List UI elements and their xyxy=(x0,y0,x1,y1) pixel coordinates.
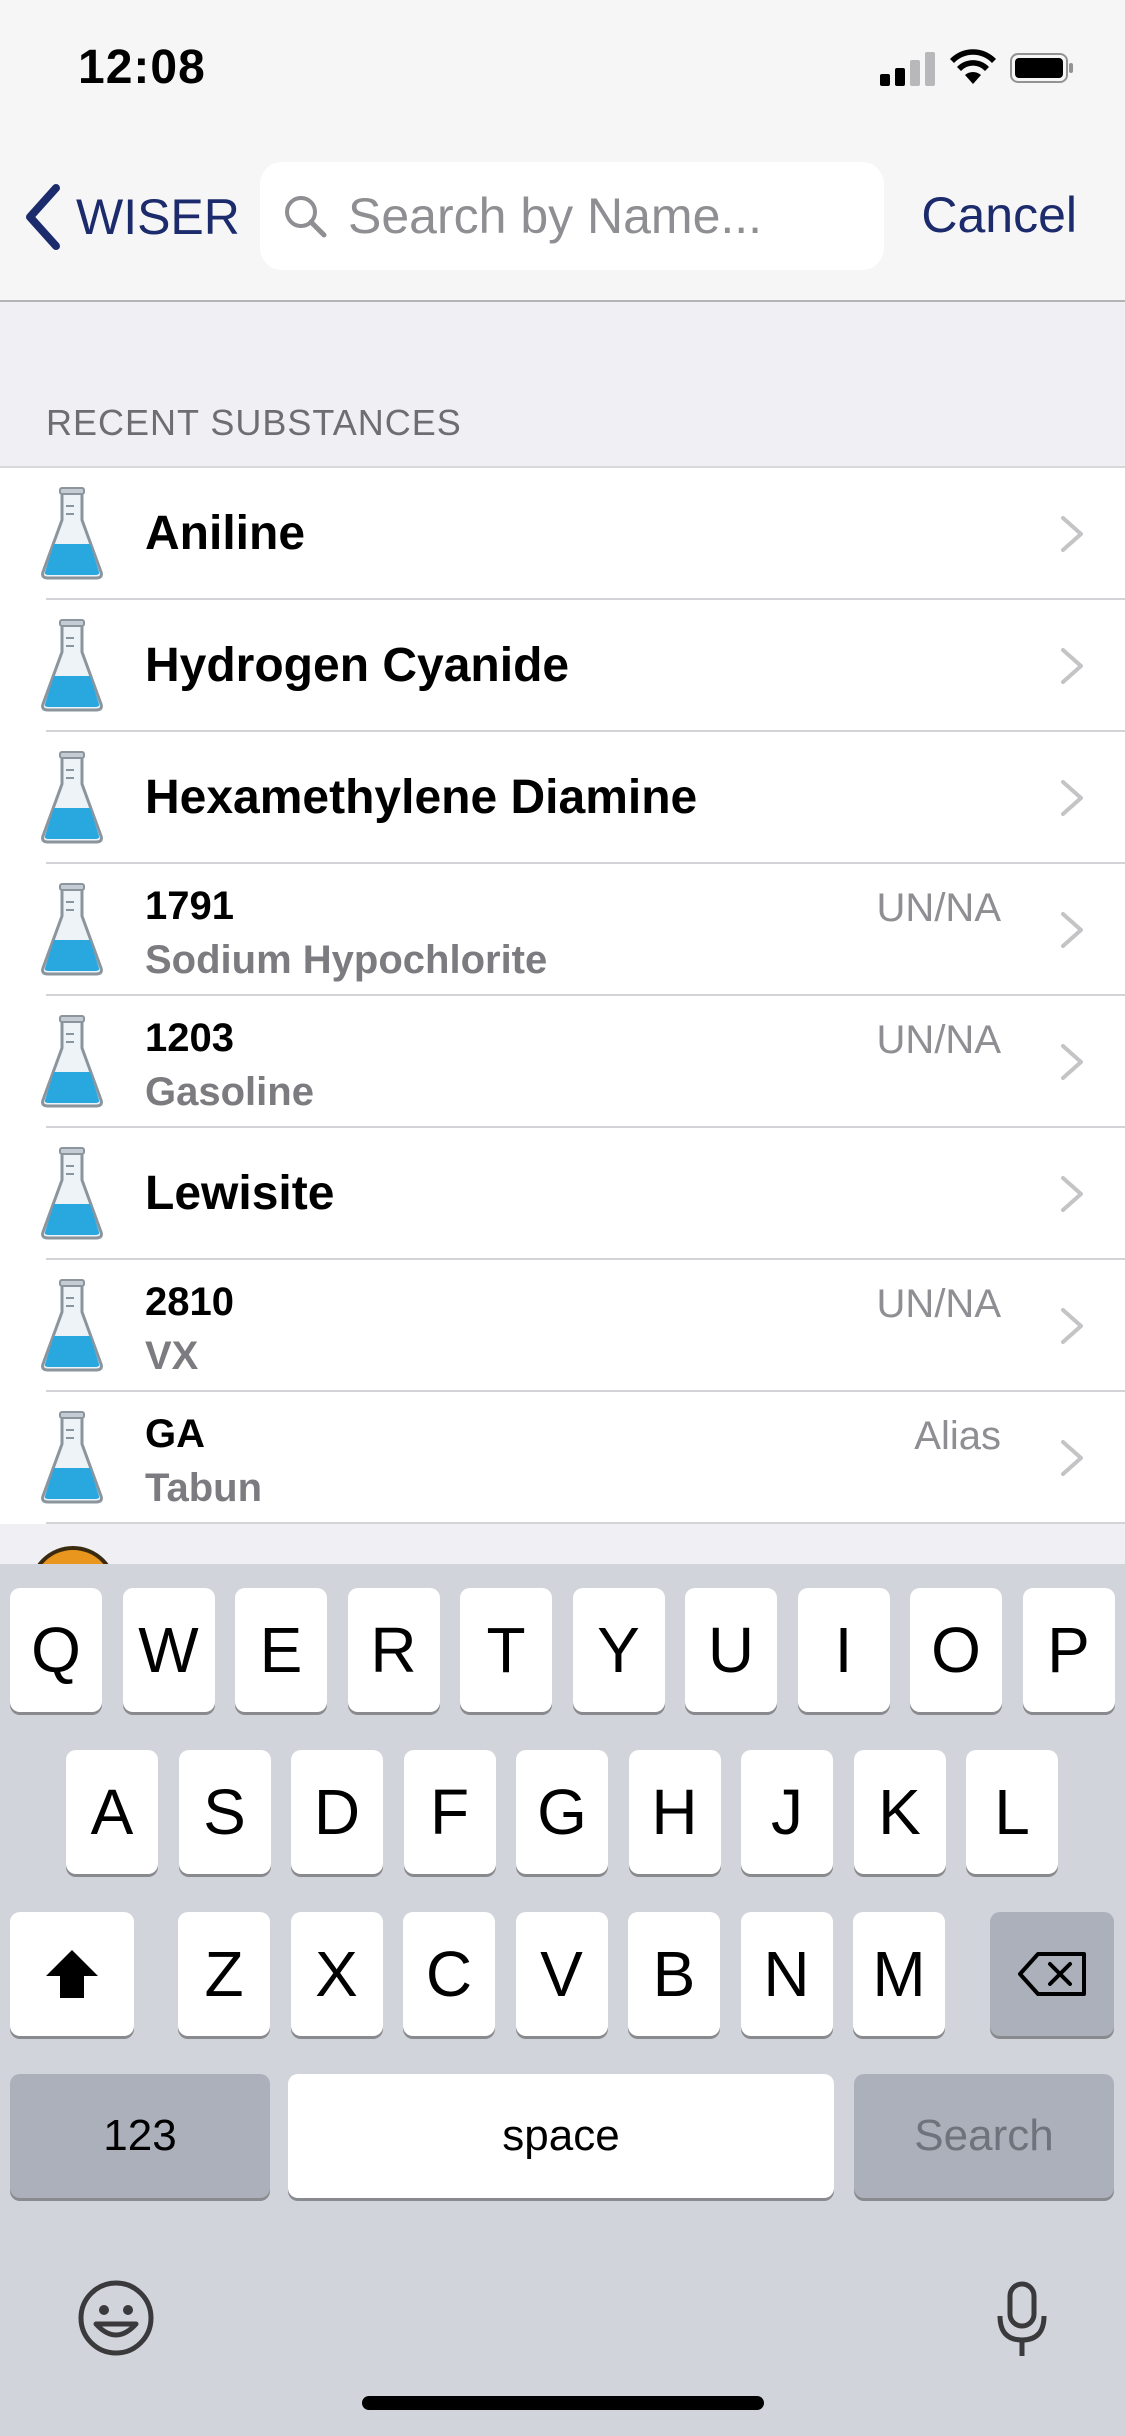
list-item[interactable]: Lewisite xyxy=(0,1128,1125,1260)
chevron-right-icon xyxy=(1061,516,1083,552)
battery-icon xyxy=(1010,53,1073,83)
list-item[interactable]: Hydrogen Cyanide xyxy=(0,600,1125,732)
shift-key[interactable] xyxy=(10,1912,134,2036)
substance-identifier: GA xyxy=(145,1412,205,1456)
substance-name: VX xyxy=(145,1334,199,1378)
flask-icon xyxy=(41,1279,103,1372)
identifier-type-label: UN/NA xyxy=(876,886,1001,930)
key-z[interactable]: Z xyxy=(178,1912,270,2036)
chevron-right-icon xyxy=(1061,1440,1083,1476)
substance-name: Gasoline xyxy=(145,1070,314,1114)
search-field[interactable] xyxy=(260,162,884,270)
list-item[interactable]: Hexamethylene Diamine xyxy=(0,732,1125,864)
cellular-signal-icon xyxy=(880,52,936,86)
substance-name: Aniline xyxy=(145,507,306,560)
substance-identifier: 1203 xyxy=(145,1016,234,1060)
flask-icon xyxy=(41,1015,103,1108)
key-m[interactable]: M xyxy=(853,1912,945,2036)
key-o[interactable]: O xyxy=(910,1588,1002,1712)
key-v[interactable]: V xyxy=(515,1912,608,2036)
key-s[interactable]: S xyxy=(178,1750,271,1874)
key-y[interactable]: Y xyxy=(572,1588,665,1712)
substance-name: Hexamethylene Diamine xyxy=(145,771,698,824)
flask-icon xyxy=(41,883,103,976)
search-icon xyxy=(285,196,327,238)
chevron-right-icon xyxy=(1061,912,1083,948)
status-bar: 12:08 xyxy=(0,0,1125,132)
key-c[interactable]: C xyxy=(403,1912,495,2036)
list-item[interactable]: 1791 Sodium Hypochlorite UN/NA xyxy=(0,864,1125,996)
list-item[interactable]: 2810 VX UN/NA xyxy=(0,1260,1125,1392)
chevron-right-icon xyxy=(1061,780,1083,816)
key-i[interactable]: I xyxy=(797,1588,890,1712)
substance-name: Lewisite xyxy=(145,1167,335,1220)
key-j[interactable]: J xyxy=(741,1750,833,1874)
emoji-icon[interactable] xyxy=(76,2278,156,2358)
key-f[interactable]: F xyxy=(403,1750,496,1874)
key-u[interactable]: U xyxy=(685,1588,777,1712)
back-button[interactable]: WISER xyxy=(20,182,240,252)
substance-name: Sodium Hypochlorite xyxy=(145,938,548,982)
key-q[interactable]: Q xyxy=(10,1588,102,1712)
key-g[interactable]: G xyxy=(516,1750,608,1874)
key-r[interactable]: R xyxy=(347,1588,440,1712)
search-key[interactable]: Search xyxy=(854,2074,1114,2198)
back-button-label: WISER xyxy=(76,189,240,245)
wifi-icon xyxy=(950,49,996,84)
backspace-icon xyxy=(1018,1952,1086,1996)
numbers-key[interactable]: 123 xyxy=(10,2074,270,2198)
space-key[interactable]: space xyxy=(288,2074,834,2198)
key-e[interactable]: E xyxy=(235,1588,327,1712)
key-t[interactable]: T xyxy=(460,1588,552,1712)
list-item[interactable]: GA Tabun Alias xyxy=(0,1392,1125,1524)
navigation-bar: WISER Cancel xyxy=(0,132,1125,302)
keyboard: Q W E R T Y U I O P A S D F G H J K L Z X C V B N M 123 space Search xyxy=(0,1564,1125,2436)
key-d[interactable]: D xyxy=(291,1750,383,1874)
key-w[interactable]: W xyxy=(122,1588,215,1712)
substance-identifier: 2810 xyxy=(145,1280,234,1324)
flask-icon xyxy=(41,1147,103,1240)
identifier-type-label: UN/NA xyxy=(876,1018,1001,1062)
key-k[interactable]: K xyxy=(853,1750,946,1874)
section-header-recent-substances: RECENT SUBSTANCES xyxy=(46,402,462,443)
flask-icon xyxy=(41,1411,103,1504)
key-a[interactable]: A xyxy=(66,1750,158,1874)
chevron-right-icon xyxy=(1061,1308,1083,1344)
microphone-icon[interactable] xyxy=(994,2280,1050,2360)
chevron-right-icon xyxy=(1061,1044,1083,1080)
shift-icon xyxy=(46,1950,98,1998)
chevron-right-icon xyxy=(1061,648,1083,684)
list-item[interactable]: 1203 Gasoline UN/NA xyxy=(0,996,1125,1128)
cancel-button[interactable]: Cancel xyxy=(921,186,1077,244)
search-input[interactable] xyxy=(346,186,870,246)
flask-icon xyxy=(41,487,103,580)
substance-identifier: 1791 xyxy=(145,884,234,928)
row-separator xyxy=(46,1522,1125,1524)
key-p[interactable]: P xyxy=(1022,1588,1115,1712)
substance-name: Tabun xyxy=(145,1466,263,1510)
chevron-left-icon xyxy=(26,184,60,250)
home-indicator xyxy=(362,2396,764,2410)
key-n[interactable]: N xyxy=(740,1912,833,2036)
key-l[interactable]: L xyxy=(966,1750,1058,1874)
substance-name: Hydrogen Cyanide xyxy=(145,639,570,692)
recent-substances-list: Aniline Hydrogen Cyanide Hexamethylene D… xyxy=(0,466,1125,1524)
key-b[interactable]: B xyxy=(628,1912,720,2036)
flask-icon xyxy=(41,751,103,844)
flask-icon xyxy=(41,619,103,712)
chevron-right-icon xyxy=(1061,1176,1083,1212)
key-h[interactable]: H xyxy=(628,1750,721,1874)
delete-key[interactable] xyxy=(990,1912,1114,2036)
identifier-type-label: Alias xyxy=(914,1414,1001,1458)
status-time: 12:08 xyxy=(78,41,206,94)
identifier-type-label: UN/NA xyxy=(876,1282,1001,1326)
list-item[interactable]: Aniline xyxy=(0,468,1125,600)
key-x[interactable]: X xyxy=(290,1912,383,2036)
